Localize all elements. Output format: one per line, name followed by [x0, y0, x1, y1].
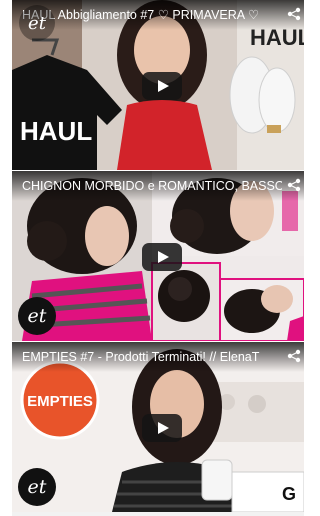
svg-text:et: et [28, 476, 47, 498]
video-card-empties[interactable]: EMPTIES G EMPTIES #7 - Prodotti Terminat… [12, 342, 304, 512]
video-title[interactable]: HAUL Abbigliamento #7 ♡ PRIMAVERA ♡ [22, 8, 282, 23]
play-icon[interactable] [142, 72, 182, 100]
play-icon[interactable] [142, 243, 182, 271]
share-icon[interactable] [287, 7, 301, 21]
video-title[interactable]: EMPTIES #7 - Prodotti Terminati! // Elen… [22, 350, 282, 365]
channel-logo-icon: et [19, 5, 55, 41]
svg-text:G: G [282, 484, 296, 504]
empties-badge-text: EMPTIES [27, 393, 93, 410]
haul-shirt-text: HAUL [20, 116, 92, 146]
svg-text:et: et [28, 13, 47, 34]
video-card-chignon[interactable]: CHIGNON MORBIDO e ROMANTICO, BASSO et [12, 171, 304, 341]
video-list: HAUL HAUL HAUL Abbigliamento #7 ♡ PRIMAV… [0, 0, 304, 516]
channel-logo-icon: et [18, 297, 56, 335]
play-icon[interactable] [142, 414, 182, 442]
divider [12, 512, 304, 516]
share-icon[interactable] [287, 349, 301, 363]
channel-logo-icon: et [18, 468, 56, 506]
share-icon[interactable] [287, 178, 301, 192]
video-card-haul[interactable]: HAUL HAUL HAUL Abbigliamento #7 ♡ PRIMAV… [12, 0, 304, 170]
svg-text:et: et [28, 305, 47, 327]
video-title[interactable]: CHIGNON MORBIDO e ROMANTICO, BASSO [22, 179, 282, 194]
